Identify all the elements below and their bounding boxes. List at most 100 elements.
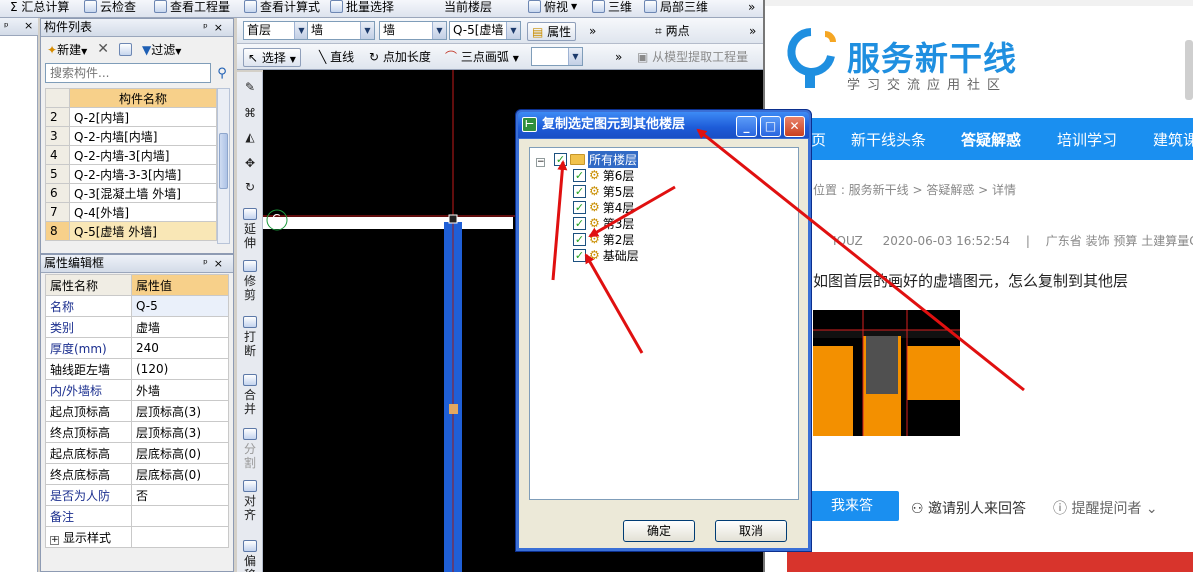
table-row-selected[interactable]: 8 Q-5[虚墙 外墙] (45, 221, 217, 241)
two-points-button[interactable]: ⌗ 两点 (655, 22, 690, 41)
top-view-button[interactable]: 俯视 ▼ (528, 0, 577, 17)
invite-answer-link[interactable]: ⚇ 邀请别人来回答 (911, 498, 1026, 518)
table-row[interactable]: 5 Q-2-内墙-3-3[内墙] (45, 164, 217, 184)
close-icon[interactable]: ✕ (784, 116, 805, 137)
tree-item-floor[interactable]: ✓ ⚙ 第2层 (573, 231, 634, 247)
offset-button[interactable]: 偏移 (239, 540, 261, 572)
toolbar-overflow-icon[interactable]: » (589, 22, 596, 41)
nav-qa[interactable]: 答疑解惑 (961, 129, 1021, 150)
floor-select[interactable]: 首层 ▼ (243, 21, 309, 40)
nav-headlines[interactable]: 新干线头条 (851, 129, 926, 150)
toolbar-overflow-icon[interactable]: » (615, 48, 622, 67)
property-row[interactable]: 终点顶标高 层顶标高(3) (45, 421, 229, 443)
view-formula-button[interactable]: 查看计算式 (244, 0, 320, 17)
toolbar-overflow-icon[interactable]: » (748, 0, 755, 17)
remind-asker-link[interactable]: ⓘ 提醒提问者 ⌄ (1053, 498, 1158, 518)
pin-icon[interactable]: ᵖ (4, 20, 9, 33)
property-row[interactable]: 起点底标高 层底标高(0) (45, 442, 229, 464)
property-value[interactable]: 层底标高(0) (131, 442, 229, 464)
break-button[interactable]: 打断 (239, 316, 261, 358)
table-row[interactable]: 7 Q-4[外墙] (45, 202, 217, 222)
property-row[interactable]: 内/外墙标 外墙 (45, 379, 229, 401)
tree-item-floor[interactable]: ✓ ⚙ 第5层 (573, 183, 634, 199)
answer-button[interactable]: 我来答 (805, 491, 899, 521)
tree-root-all-floors[interactable]: ✓ 所有楼层 (554, 150, 639, 168)
property-row[interactable]: 名称 Q-5 (45, 295, 229, 317)
property-row[interactable]: + 显示样式 (45, 526, 229, 548)
minimize-icon[interactable]: _ (736, 116, 757, 137)
select-button[interactable]: ↖ 选择 ▼ (243, 48, 301, 67)
local-3d-button[interactable]: 局部三维 (644, 0, 708, 17)
cloud-check-button[interactable]: 云检查 (84, 0, 136, 17)
new-component-button[interactable]: ✦新建▼ (47, 41, 87, 58)
split-button[interactable]: 分割 (239, 428, 261, 470)
current-floor-button[interactable]: 当前楼层 (444, 0, 492, 17)
merge-button[interactable]: 合并 (239, 374, 261, 416)
property-value[interactable] (131, 526, 229, 548)
property-row[interactable]: 厚度(mm) 240 (45, 337, 229, 359)
view-quantity-button[interactable]: 查看工程量 (154, 0, 230, 17)
checkbox-checked[interactable]: ✓ (554, 152, 567, 166)
close-icon[interactable]: × (214, 21, 229, 34)
property-value[interactable]: 层底标高(0) (131, 463, 229, 485)
property-value[interactable]: 否 (131, 484, 229, 506)
property-value[interactable]: 层顶标高(3) (131, 400, 229, 422)
close-icon[interactable]: × (214, 257, 229, 270)
pen-tool-icon[interactable]: ✎ (239, 80, 261, 94)
point-length-button[interactable]: ↻ 点加长度 (369, 48, 431, 67)
filter-button[interactable]: ▼过滤▼ (142, 41, 181, 58)
component-list-scrollbar[interactable] (217, 88, 230, 244)
property-value[interactable]: Q-5 (131, 295, 229, 317)
rotate-icon[interactable]: ↻ (239, 180, 261, 194)
property-value[interactable]: 外墙 (131, 379, 229, 401)
tree-item-floor[interactable]: ✓ ⚙ 第6层 (573, 167, 634, 183)
nav-courses[interactable]: 建筑课 (1153, 129, 1193, 150)
property-value[interactable]: 240 (131, 337, 229, 359)
component-search-input[interactable] (45, 63, 211, 83)
3d-view-button[interactable]: 三维 (592, 0, 632, 17)
line-button[interactable]: ╲ 直线 (319, 48, 354, 67)
summary-calc-button[interactable]: Σ 汇总计算 (10, 0, 69, 17)
trim-button[interactable]: 修剪 (239, 260, 261, 302)
mirror-tool-icon[interactable]: ◭ (239, 130, 261, 144)
move-cross-icon[interactable]: ✥ (239, 156, 261, 170)
cancel-button[interactable]: 取消 (715, 520, 787, 542)
scrollbar-thumb[interactable] (219, 133, 228, 189)
checkbox-checked[interactable]: ✓ (573, 200, 586, 214)
dialog-titlebar[interactable]: ⊢ 复制选定图元到其他楼层 _ □ ✕ (518, 112, 809, 138)
property-value[interactable]: (120) (131, 358, 229, 380)
property-value[interactable]: 虚墙 (131, 316, 229, 338)
batch-select-button[interactable]: 批量选择 (330, 0, 394, 17)
copy-icon[interactable] (118, 42, 132, 56)
author-name[interactable]: IOUZ (833, 234, 863, 248)
table-row[interactable]: 2 Q-2[内墙] (45, 107, 217, 127)
extract-quantity-button[interactable]: ▣ 从模型提取工程量 (637, 48, 748, 67)
property-row[interactable]: 起点顶标高 层顶标高(3) (45, 400, 229, 422)
question-image[interactable] (813, 310, 960, 436)
table-row[interactable]: 4 Q-2-内墙-3[内墙] (45, 145, 217, 165)
checkbox-checked[interactable]: ✓ (573, 168, 586, 182)
browser-scrollbar[interactable] (1183, 20, 1193, 100)
property-button[interactable]: ▤ 属性 (527, 22, 577, 41)
delete-icon[interactable]: ✕ (97, 41, 109, 57)
bottom-banner[interactable] (787, 552, 1193, 572)
table-row[interactable]: 3 Q-2-内墙[内墙] (45, 126, 217, 146)
toolbar-overflow-icon[interactable]: » (749, 22, 756, 41)
property-row[interactable]: 轴线距左墙 (120) (45, 358, 229, 380)
element-select[interactable]: Q-5[虚墙 ▼ (449, 21, 521, 40)
pin-icon[interactable]: ᵖ (203, 257, 214, 270)
checkbox-checked[interactable]: ✓ (573, 216, 586, 230)
close-icon[interactable]: × (24, 19, 33, 32)
property-value[interactable] (131, 505, 229, 527)
tree-item-floor[interactable]: ✓ ⚙ 第4层 (573, 199, 634, 215)
property-row[interactable]: 备注 (45, 505, 229, 527)
extend-button[interactable]: 延伸 (239, 208, 261, 250)
search-icon[interactable]: ⚲ (213, 63, 231, 83)
category-select[interactable]: 墙 ▼ (307, 21, 375, 40)
type-select[interactable]: 墙 ▼ (379, 21, 447, 40)
expand-icon[interactable]: + (50, 535, 59, 545)
table-row[interactable]: 6 Q-3[混凝土墙 外墙] (45, 183, 217, 203)
checkbox-checked[interactable]: ✓ (573, 248, 586, 262)
scrollbar-thumb[interactable] (1185, 40, 1193, 100)
property-row[interactable]: 终点底标高 层底标高(0) (45, 463, 229, 485)
